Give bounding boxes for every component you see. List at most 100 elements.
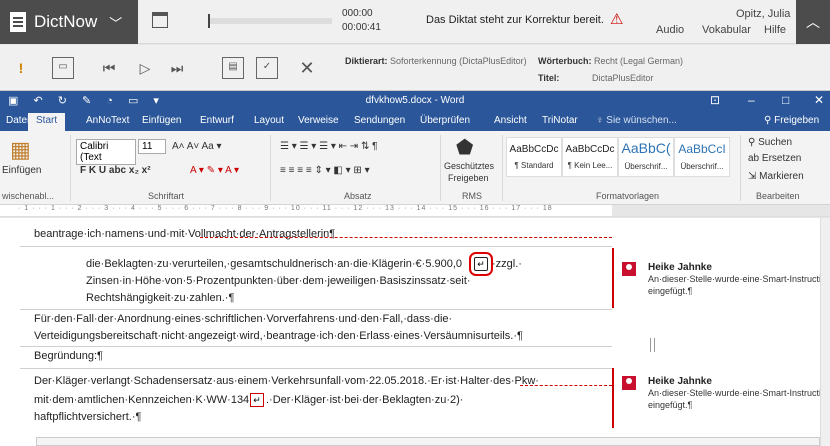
format-buttons[interactable]: F K U abc x₂ x² xyxy=(80,165,151,176)
time-elapsed: 000:00 xyxy=(342,8,373,19)
dictnow-app-menu[interactable]: DictNow ﹀ xyxy=(0,0,138,44)
paste-icon[interactable]: ▦ xyxy=(10,137,31,163)
tab-ueberpruefen[interactable]: Überprüfen xyxy=(420,115,470,126)
comment-text: An·dieser·Stelle·wurde·eine·Smart-Instru… xyxy=(648,274,820,284)
comment-bar-1 xyxy=(612,248,614,308)
style-heading-1[interactable]: AaBbC(Überschrif... xyxy=(618,137,674,177)
avatar xyxy=(622,262,636,276)
tab-entwurf[interactable]: Entwurf xyxy=(200,115,234,126)
audio-progress-bar[interactable] xyxy=(208,14,332,28)
user-name: Opitz, Julia xyxy=(736,8,791,20)
ribbon: ▦ Einfügen wischenabl... Calibri (Text 1… xyxy=(0,131,830,205)
time-total: 00:00:41 xyxy=(342,22,381,33)
dictnow-toolbar: DictNow ﹀ 000:00 00:00:41 Das Diktat ste… xyxy=(0,0,830,44)
fast-forward-icon[interactable]: ⏭ xyxy=(166,57,188,79)
replace-icon: ab xyxy=(748,153,762,164)
share-button[interactable]: ⚲ Freigeben xyxy=(764,115,819,126)
vertical-scrollbar[interactable] xyxy=(820,218,830,446)
protected-share-label[interactable]: Freigeben xyxy=(448,173,489,183)
menu-audio[interactable]: Audio xyxy=(656,24,684,36)
warning-icon[interactable]: ! xyxy=(10,57,32,79)
progress-handle[interactable] xyxy=(208,14,210,28)
collapse-icon[interactable]: ︿ xyxy=(796,0,830,44)
font-size-controls[interactable]: A˄ A˅ Aa ▾ xyxy=(172,141,222,152)
save-icon[interactable]: ▤ xyxy=(222,57,244,79)
horizontal-scrollbar[interactable] xyxy=(36,437,820,446)
alignment-buttons[interactable]: ≡ ≡ ≡ ≡ ⇕ ▾ ◧ ▾ ⊞ ▾ xyxy=(280,165,370,176)
smart-instruction-marker-2[interactable]: ↵ xyxy=(250,393,264,407)
diktierart-value: Soforterkennung (DictaPlusEditor) xyxy=(390,56,527,66)
horizontal-ruler[interactable]: · 1 · · · 1 · · · 2 · · · 3 · · · 4 · · … xyxy=(0,205,830,217)
paragraph-2-line-3: Rechtshängigkeit·zu·zahlen.·¶ xyxy=(86,292,235,304)
tab-datei[interactable]: Datei xyxy=(6,115,29,126)
tab-annotext[interactable]: AnNoText xyxy=(86,115,129,126)
style-standard[interactable]: AaBbCcDc ¶ Standard xyxy=(506,137,562,177)
paragraph-4: Begründung:¶ xyxy=(34,350,103,362)
font-name-select[interactable]: Calibri (Text xyxy=(76,139,136,165)
ribbon-display-icon[interactable]: ⊡ xyxy=(710,93,720,107)
share-label: Freigeben xyxy=(774,115,820,126)
audio-alert-icon[interactable]: ⚠ xyxy=(610,10,624,28)
paragraph-2-line-1: die·Beklagten·zu·verurteilen,·gesamtschu… xyxy=(86,258,463,270)
document-title: dfvkhow5.docx - Word xyxy=(365,95,465,106)
paragraph-2-line-1-tail: ·zzgl.· xyxy=(492,258,522,270)
paragraph-3-line-2: Verteidigungsbereitschaft·nicht·angezeig… xyxy=(34,330,523,342)
paragraph-5-line-3: haftpflichtversichert.·¶ xyxy=(34,411,142,423)
ribbon-tabs: Datei Start AnNoText Einfügen Entwurf La… xyxy=(0,111,830,131)
tell-me-search[interactable]: ♀ Sie wünschen... xyxy=(596,115,677,126)
search-icon: ⚲ xyxy=(748,137,759,148)
tab-layout[interactable]: Layout xyxy=(254,115,284,126)
word-title-bar: ▣ ↶ ↻ ✎ ◔ ▭ ▾ dfvkhow5.docx - Word ⊡ – □… xyxy=(0,91,830,111)
style-heading-2[interactable]: AaBbCcI Überschrif... xyxy=(674,137,730,177)
woerterbuch-value: Recht (Legal German) xyxy=(594,56,684,66)
chevron-down-icon: ﹀ xyxy=(109,15,123,31)
dictnow-controls: ! ▭ ⏮ ▷ ⏭ ▤ ✓ ✕ Diktierart: Soforterkenn… xyxy=(0,45,830,91)
close-window-icon[interactable]: ✕ xyxy=(814,93,824,107)
tab-trinotar[interactable]: TriNotar xyxy=(542,115,578,126)
protected-label[interactable]: Geschütztes xyxy=(444,161,494,171)
cursor-icon: ⇲ xyxy=(748,171,760,182)
paragraph-5-line-2b: .·Der·Kläger·ist·bei·der·Beklagten·zu·2)… xyxy=(266,394,464,406)
find-button[interactable]: ⚲ Suchen xyxy=(748,137,792,148)
menu-hilfe[interactable]: Hilfe xyxy=(764,24,786,36)
window-icon[interactable] xyxy=(152,12,168,28)
maximize-icon[interactable]: □ xyxy=(782,93,789,107)
tab-verweise[interactable]: Verweise xyxy=(298,115,339,126)
style-kein-leerraum[interactable]: AaBbCcDc ¶ Kein Lee... xyxy=(562,137,618,177)
menu-vokabular[interactable]: Vokabular xyxy=(702,24,751,36)
protected-share-icon[interactable]: ⬟ xyxy=(456,135,473,160)
paragraph-5-line-1: Der·Kläger·verlangt·Schadensersatz·aus·e… xyxy=(34,375,539,387)
paragraph-5-line-2a: mit·dem·amtlichen·Kennzeichen·K·WW·134 xyxy=(34,394,250,406)
text-color-buttons[interactable]: A ▾ ✎ ▾ A ▾ xyxy=(190,165,239,176)
paragraph-3-line-1: Für·den·Fall·der·Anordnung·eines·schrift… xyxy=(34,313,453,325)
tab-start[interactable]: Start xyxy=(28,113,66,131)
tell-me-text: Sie wünschen... xyxy=(606,115,677,126)
minimize-icon[interactable]: – xyxy=(748,93,755,107)
rewind-icon[interactable]: ⏮ xyxy=(98,57,120,79)
check-icon[interactable]: ✓ xyxy=(256,57,278,79)
clipboard-group-label: wischenabl... xyxy=(2,191,55,201)
dictation-list-icon[interactable]: ▭ xyxy=(52,57,74,79)
diktierart-label: Diktierart: xyxy=(345,56,388,66)
comment-author: Heike Jahnke xyxy=(648,262,712,273)
smart-instruction-marker[interactable]: ↵ xyxy=(469,252,493,276)
play-icon[interactable]: ▷ xyxy=(134,57,156,79)
titel-label: Titel: xyxy=(538,73,560,83)
tab-ansicht[interactable]: Ansicht xyxy=(494,115,527,126)
list-buttons[interactable]: ☰ ▾ ☰ ▾ ☰ ▾ ⇤ ⇥ ⇅ ¶ xyxy=(280,141,377,152)
tab-sendungen[interactable]: Sendungen xyxy=(354,115,405,126)
status-message: Das Diktat steht zur Korrektur bereit. xyxy=(426,14,604,26)
paragraph-2-line-2: Zinsen·in·Höhe·von·5·Prozentpunkten·über… xyxy=(86,275,471,287)
replace-button[interactable]: ab Ersetzen xyxy=(748,153,801,164)
tab-einfuegen[interactable]: Einfügen xyxy=(142,115,181,126)
find-label: Suchen xyxy=(758,137,793,148)
styles-group-label: Formatvorlagen xyxy=(596,191,660,201)
paragraph-group-label: Absatz xyxy=(344,191,372,201)
font-group-label: Schriftart xyxy=(148,191,185,201)
paste-button[interactable]: Einfügen xyxy=(2,165,41,176)
font-size-select[interactable]: 11 xyxy=(138,139,166,154)
titel-value: DictaPlusEditor xyxy=(592,73,654,83)
comment-author: Heike Jahnke xyxy=(648,376,712,387)
close-icon[interactable]: ✕ xyxy=(296,57,318,79)
select-button[interactable]: ⇲ Markieren xyxy=(748,171,804,182)
